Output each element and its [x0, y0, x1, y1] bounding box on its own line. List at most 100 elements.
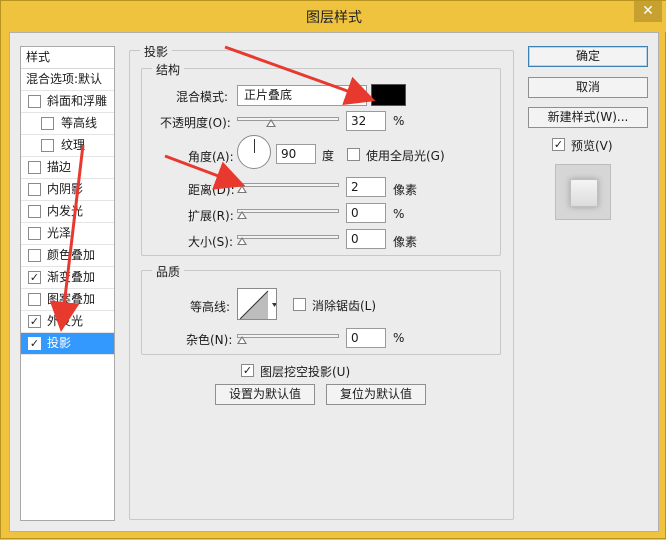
- contour-label: 等高线:: [190, 300, 231, 314]
- distance-slider-thumb[interactable]: [237, 185, 247, 193]
- style-item-label: 内发光: [47, 204, 84, 218]
- global-light-label: 使用全局光(G): [366, 149, 445, 163]
- reset-default-button[interactable]: 复位为默认值: [326, 384, 426, 405]
- contour-picker[interactable]: [237, 288, 277, 320]
- blend-mode-label: 混合模式:: [176, 90, 229, 104]
- style-item-outer-glow[interactable]: ✓ 外发光: [21, 311, 114, 333]
- style-item-blending-options[interactable]: 混合选项:默认: [21, 69, 114, 91]
- style-item-label: 纹理: [61, 138, 86, 152]
- close-button[interactable]: ✕: [634, 1, 662, 22]
- opacity-input[interactable]: 32: [346, 111, 386, 131]
- knockout-label: 图层挖空投影(U): [260, 365, 351, 379]
- distance-input[interactable]: 2: [346, 177, 386, 197]
- style-item-label: 混合选项:默认: [26, 72, 103, 86]
- spread-input[interactable]: 0: [346, 203, 386, 223]
- inner-glow-checkbox[interactable]: [28, 205, 41, 218]
- texture-checkbox[interactable]: [41, 139, 54, 152]
- set-default-button[interactable]: 设置为默认值: [215, 384, 315, 405]
- anti-alias-label: 消除锯齿(L): [312, 299, 377, 313]
- styles-list-header: 样式: [21, 47, 114, 69]
- inner-shadow-checkbox[interactable]: [28, 183, 41, 196]
- chevron-down-icon: ▼: [355, 90, 362, 100]
- anti-alias-checkbox[interactable]: [293, 298, 306, 311]
- style-item-label: 图案叠加: [47, 292, 96, 306]
- style-item-label: 渐变叠加: [47, 270, 96, 284]
- noise-input[interactable]: 0: [346, 328, 386, 348]
- layer-style-dialog: 图层样式 ✕ 样式 混合选项:默认 斜面和浮雕 等高线 纹理 描边 内阴影 内发…: [0, 0, 666, 539]
- preview-checkbox[interactable]: ✓: [552, 138, 565, 151]
- pattern-overlay-checkbox[interactable]: [28, 293, 41, 306]
- size-slider[interactable]: [237, 235, 339, 239]
- blend-mode-select[interactable]: 正片叠底 ▼: [237, 85, 367, 106]
- opacity-slider-thumb[interactable]: [266, 119, 276, 127]
- style-item-label: 光泽: [47, 226, 72, 240]
- gradient-overlay-checkbox[interactable]: ✓: [28, 271, 41, 284]
- style-item-label: 外发光: [47, 314, 84, 328]
- size-label: 大小(S):: [188, 235, 234, 249]
- new-style-button[interactable]: 新建样式(W)...: [528, 107, 648, 128]
- preview-swatch: [570, 179, 598, 207]
- opacity-unit: %: [393, 114, 405, 128]
- drop-shadow-checkbox[interactable]: ✓: [28, 337, 41, 350]
- style-preview-thumbnail: [555, 164, 611, 220]
- style-item-label: 投影: [47, 336, 72, 350]
- distance-slider[interactable]: [237, 183, 339, 187]
- angle-needle: [254, 139, 255, 153]
- noise-slider-thumb[interactable]: [237, 336, 247, 344]
- distance-unit: 像素: [393, 183, 418, 197]
- drop-shadow-title: 投影: [140, 43, 173, 60]
- cancel-button[interactable]: 取消: [528, 77, 648, 98]
- style-item-stroke[interactable]: 描边: [21, 157, 114, 179]
- style-item-color-overlay[interactable]: 颜色叠加: [21, 245, 114, 267]
- spread-label: 扩展(R):: [188, 209, 234, 223]
- spread-slider-thumb[interactable]: [237, 211, 247, 219]
- outer-glow-checkbox[interactable]: ✓: [28, 315, 41, 328]
- style-item-inner-shadow[interactable]: 内阴影: [21, 179, 114, 201]
- style-item-satin[interactable]: 光泽: [21, 223, 114, 245]
- style-item-inner-glow[interactable]: 内发光: [21, 201, 114, 223]
- title-bar[interactable]: 图层样式 ✕: [1, 1, 666, 32]
- contour-curve-icon: [239, 290, 276, 319]
- style-item-contour[interactable]: 等高线: [21, 113, 114, 135]
- preview-label: 预览(V): [571, 139, 613, 153]
- global-light-checkbox[interactable]: [347, 148, 360, 161]
- angle-input[interactable]: 90: [276, 144, 316, 164]
- dialog-title: 图层样式: [306, 10, 362, 26]
- spread-slider[interactable]: [237, 209, 339, 213]
- noise-slider[interactable]: [237, 334, 339, 338]
- stroke-checkbox[interactable]: [28, 161, 41, 174]
- style-item-pattern-overlay[interactable]: 图案叠加: [21, 289, 114, 311]
- quality-title: 品质: [152, 263, 185, 280]
- style-item-label: 描边: [47, 160, 72, 174]
- size-unit: 像素: [393, 235, 418, 249]
- angle-unit: 度: [322, 149, 335, 163]
- angle-dial[interactable]: [237, 135, 271, 169]
- styles-list: 样式 混合选项:默认 斜面和浮雕 等高线 纹理 描边 内阴影 内发光 光泽 颜色…: [20, 46, 115, 521]
- dialog-body: 样式 混合选项:默认 斜面和浮雕 等高线 纹理 描边 内阴影 内发光 光泽 颜色…: [9, 32, 659, 532]
- size-slider-thumb[interactable]: [237, 237, 247, 245]
- contour-checkbox[interactable]: [41, 117, 54, 130]
- satin-checkbox[interactable]: [28, 227, 41, 240]
- ok-button[interactable]: 确定: [528, 46, 648, 67]
- opacity-label: 不透明度(O):: [160, 116, 231, 130]
- shadow-color-swatch[interactable]: [371, 84, 406, 106]
- style-item-bevel-emboss[interactable]: 斜面和浮雕: [21, 91, 114, 113]
- knockout-checkbox[interactable]: ✓: [241, 364, 254, 377]
- style-item-label: 颜色叠加: [47, 248, 96, 262]
- size-input[interactable]: 0: [346, 229, 386, 249]
- noise-label: 杂色(N):: [186, 333, 233, 347]
- structure-title: 结构: [152, 61, 185, 78]
- style-item-gradient-overlay[interactable]: ✓ 渐变叠加: [21, 267, 114, 289]
- distance-label: 距离(D):: [188, 183, 235, 197]
- style-item-label: 等高线: [61, 116, 98, 130]
- style-item-texture[interactable]: 纹理: [21, 135, 114, 157]
- style-item-drop-shadow[interactable]: ✓ 投影: [21, 333, 114, 355]
- noise-unit: %: [393, 331, 405, 345]
- opacity-slider[interactable]: [237, 117, 339, 121]
- spread-unit: %: [393, 207, 405, 221]
- style-item-label: 斜面和浮雕: [47, 94, 108, 108]
- style-item-label: 内阴影: [47, 182, 84, 196]
- color-overlay-checkbox[interactable]: [28, 249, 41, 262]
- bevel-emboss-checkbox[interactable]: [28, 95, 41, 108]
- blend-mode-value: 正片叠底: [244, 88, 293, 102]
